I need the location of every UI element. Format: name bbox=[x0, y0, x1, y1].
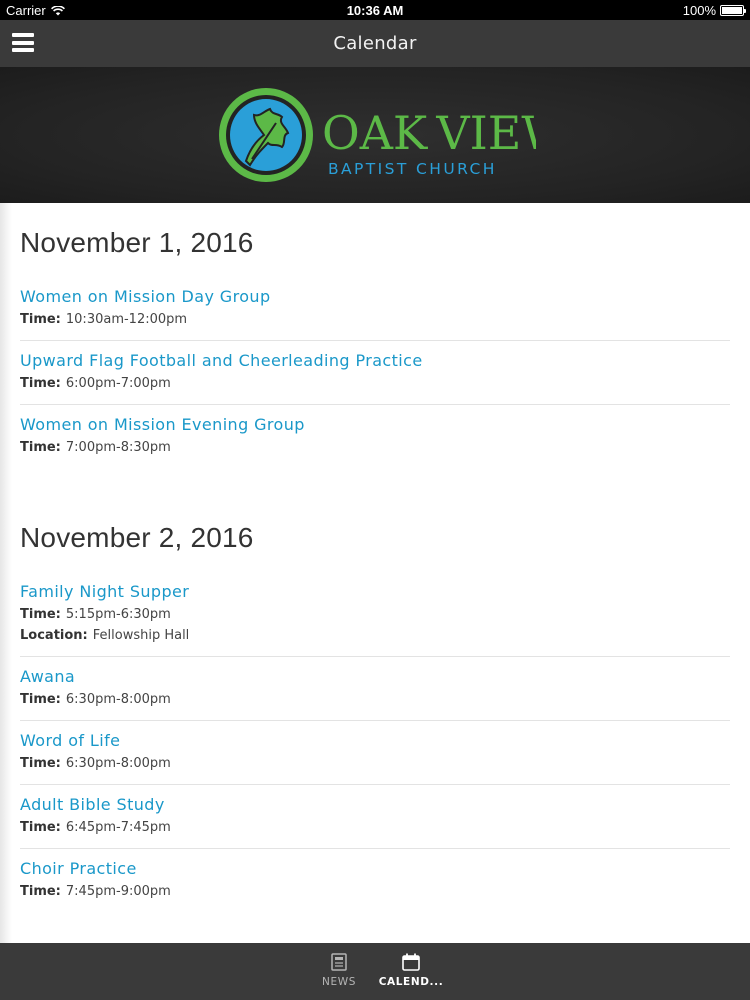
newspaper-icon bbox=[329, 952, 349, 972]
event-time-label: Time: bbox=[20, 756, 61, 771]
event-title-link[interactable]: Upward Flag Football and Cheerleading Pr… bbox=[20, 351, 730, 370]
event-time: Time: 6:30pm-8:00pm bbox=[20, 753, 730, 774]
logo-word-oak: OAK bbox=[322, 106, 429, 160]
event-item[interactable]: Upward Flag Football and Cheerleading Pr… bbox=[20, 341, 730, 405]
event-time: Time: 5:15pm-6:30pm bbox=[20, 604, 730, 625]
status-right: 100% bbox=[682, 3, 746, 18]
day-gap bbox=[0, 912, 750, 942]
event-item[interactable]: Awana Time: 6:30pm-8:00pm bbox=[20, 657, 730, 721]
event-item[interactable]: Family Night Supper Time: 5:15pm-6:30pm Loc… bbox=[20, 572, 730, 657]
tab-bar: NEWS CALEND... bbox=[0, 943, 750, 1000]
event-time: Time: 7:00pm-8:30pm bbox=[20, 437, 730, 458]
event-time-value: 5:15pm-6:30pm bbox=[65, 607, 171, 622]
church-banner: OAK VIEW BAPTIST CHURCH bbox=[0, 67, 750, 203]
tab-label: NEWS bbox=[322, 976, 356, 988]
day-gap bbox=[0, 468, 750, 498]
battery-percent: 100% bbox=[682, 3, 716, 18]
logo-subtitle: BAPTIST CHURCH bbox=[328, 160, 497, 178]
status-time: 10:36 AM bbox=[346, 3, 404, 18]
church-logo: OAK VIEW BAPTIST CHURCH bbox=[219, 88, 536, 182]
event-time-label: Time: bbox=[20, 884, 61, 899]
day-heading: November 2, 2016 bbox=[20, 522, 254, 553]
event-time-value: 7:45pm-9:00pm bbox=[65, 884, 171, 899]
logo-word-view: VIEW bbox=[435, 106, 536, 160]
event-title-link[interactable]: Women on Mission Evening Group bbox=[20, 415, 730, 434]
event-item[interactable]: Women on Mission Day Group Time: 10:30am-1… bbox=[20, 277, 730, 341]
calendar-event-list[interactable]: November 1, 2016 Women on Mission Day Gro… bbox=[0, 203, 750, 943]
event-item[interactable]: Choir Practice Time: 7:45pm-9:00pm bbox=[20, 849, 730, 912]
event-time-value: 6:30pm-8:00pm bbox=[65, 692, 171, 707]
event-location-value: Fellowship Hall bbox=[92, 628, 190, 643]
tab-label: CALEND... bbox=[378, 976, 444, 988]
event-time: Time: 6:00pm-7:00pm bbox=[20, 373, 730, 394]
calendar-icon bbox=[401, 952, 421, 972]
event-time: Time: 6:30pm-8:00pm bbox=[20, 689, 730, 710]
event-location: Location: Fellowship Hall bbox=[20, 625, 730, 646]
day-section: November 1, 2016 Women on Mission Day Gro… bbox=[0, 203, 750, 468]
event-title-link[interactable]: Choir Practice bbox=[20, 859, 730, 878]
page-title: Calendar bbox=[333, 33, 417, 54]
battery-fill bbox=[722, 7, 742, 14]
event-item[interactable]: Word of Life Time: 6:30pm-8:00pm bbox=[20, 721, 730, 785]
event-time-label: Time: bbox=[20, 820, 61, 835]
event-time-label: Time: bbox=[20, 376, 61, 391]
day-heading: November 1, 2016 bbox=[20, 227, 254, 258]
tab-calendar[interactable]: CALEND... bbox=[379, 943, 443, 1000]
event-time-value: 10:30am-12:00pm bbox=[65, 312, 188, 327]
event-time-value: 6:00pm-7:00pm bbox=[65, 376, 171, 391]
day-section: November 2, 2016 Family Night Supper Time:… bbox=[0, 498, 750, 912]
event-time-label: Time: bbox=[20, 312, 61, 327]
event-time-label: Time: bbox=[20, 692, 61, 707]
event-time: Time: 7:45pm-9:00pm bbox=[20, 881, 730, 902]
event-title-link[interactable]: Adult Bible Study bbox=[20, 795, 730, 814]
event-title-link[interactable]: Women on Mission Day Group bbox=[20, 287, 730, 306]
event-time-value: 7:00pm-8:30pm bbox=[65, 440, 171, 455]
event-title-link[interactable]: Word of Life bbox=[20, 731, 730, 750]
navigation-bar: Calendar bbox=[0, 20, 750, 67]
event-item[interactable]: Adult Bible Study Time: 6:45pm-7:45pm bbox=[20, 785, 730, 849]
oak-leaf-emblem-icon bbox=[219, 88, 313, 182]
logo-wordmark: OAK VIEW bbox=[322, 106, 536, 160]
event-time: Time: 6:45pm-7:45pm bbox=[20, 817, 730, 838]
event-title-link[interactable]: Family Night Supper bbox=[20, 582, 730, 601]
battery-icon bbox=[720, 5, 746, 16]
event-time-label: Time: bbox=[20, 440, 61, 455]
event-title-link[interactable]: Awana bbox=[20, 667, 730, 686]
event-time-value: 6:30pm-8:00pm bbox=[65, 756, 171, 771]
event-time-value: 6:45pm-7:45pm bbox=[65, 820, 171, 835]
status-bar: Carrier 10:36 AM 100% bbox=[0, 0, 750, 20]
event-time: Time: 10:30am-12:00pm bbox=[20, 309, 730, 330]
event-location-label: Location: bbox=[20, 628, 88, 643]
event-time-label: Time: bbox=[20, 607, 61, 622]
tab-newspaper[interactable]: NEWS bbox=[310, 943, 368, 1000]
event-item[interactable]: Women on Mission Evening Group Time: 7:00p… bbox=[20, 405, 730, 468]
